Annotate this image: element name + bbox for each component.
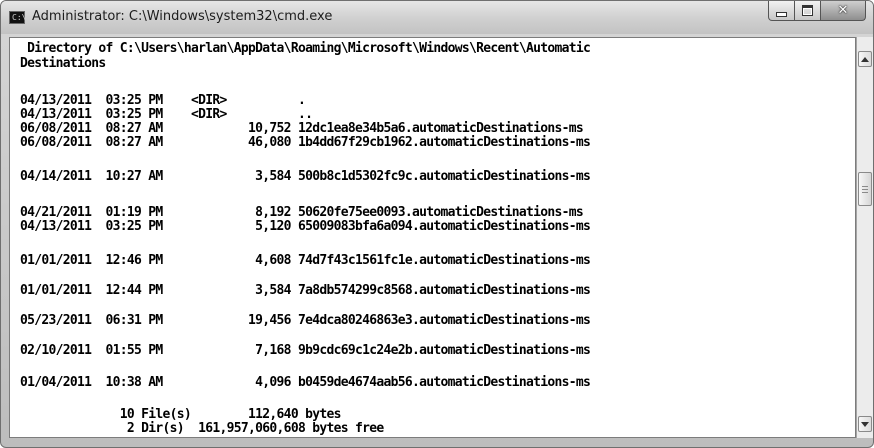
scroll-up-arrow-icon (861, 56, 869, 62)
console-line: 01/04/2011 10:38 AM 4,096 b0459de4674aab… (20, 375, 591, 390)
caption-buttons: ✕ (768, 1, 866, 22)
maximize-icon (802, 5, 813, 16)
window-title: Administrator: C:\Windows\system32\cmd.e… (32, 9, 333, 24)
console-line: 06/08/2011 08:27 AM 46,080 1b4dd67f29cb1… (20, 135, 591, 150)
scroll-down-button[interactable] (858, 416, 872, 432)
console-line: 01/01/2011 12:44 PM 3,584 7a8db574299c85… (20, 283, 591, 298)
thumb-grip-line (862, 186, 868, 187)
minimize-button[interactable] (768, 1, 795, 21)
console-line: 04/13/2011 03:25 PM <DIR> . (20, 93, 306, 108)
console-output[interactable]: Directory of C:\Users\harlan\AppData\Roa… (9, 37, 856, 438)
console-line: 01/01/2011 12:46 PM 4,608 74d7f43c1561fc… (20, 253, 591, 268)
console-line: 04/21/2011 01:19 PM 8,192 50620fe75ee009… (20, 205, 584, 220)
console-line: 04/13/2011 03:25 PM 5,120 65009083bfa6a0… (20, 219, 591, 234)
cmd-icon-label: C:\ (12, 13, 27, 22)
console-line: 04/14/2011 10:27 AM 3,584 500b8c1d5302fc… (20, 169, 591, 184)
cmd-app-icon[interactable]: C:\ (9, 11, 27, 24)
maximize-button[interactable] (795, 1, 821, 21)
console-line: 02/10/2011 01:55 PM 7,168 9b9cdc69c1c24e… (20, 343, 591, 358)
console-line: Directory of C:\Users\harlan\AppData\Roa… (20, 41, 591, 56)
console-line: 10 File(s) 112,640 bytes (20, 407, 342, 422)
console-line: Destinations (20, 56, 106, 71)
console-line: 06/08/2011 08:27 AM 10,752 12dc1ea8e34b5… (20, 121, 584, 136)
thumb-grip-line (862, 189, 868, 190)
thumb-grip-line (862, 192, 868, 193)
console-line: 04/13/2011 03:25 PM <DIR> .. (20, 107, 313, 122)
close-icon: ✕ (837, 3, 849, 18)
title-bar[interactable]: C:\ Administrator: C:\Windows\system32\c… (1, 1, 873, 34)
cmd-window: C:\ Administrator: C:\Windows\system32\c… (0, 0, 874, 448)
console-line: 2 Dir(s) 161,957,060,608 bytes free (20, 421, 384, 436)
close-button[interactable]: ✕ (821, 1, 866, 21)
scroll-down-arrow-icon (861, 421, 869, 427)
scroll-up-button[interactable] (858, 51, 872, 67)
minimize-icon (776, 11, 787, 17)
scrollbar-thumb[interactable] (858, 172, 872, 206)
vertical-scrollbar[interactable] (856, 37, 873, 438)
console-line: 05/23/2011 06:31 PM 19,456 7e4dca8024686… (20, 313, 591, 328)
